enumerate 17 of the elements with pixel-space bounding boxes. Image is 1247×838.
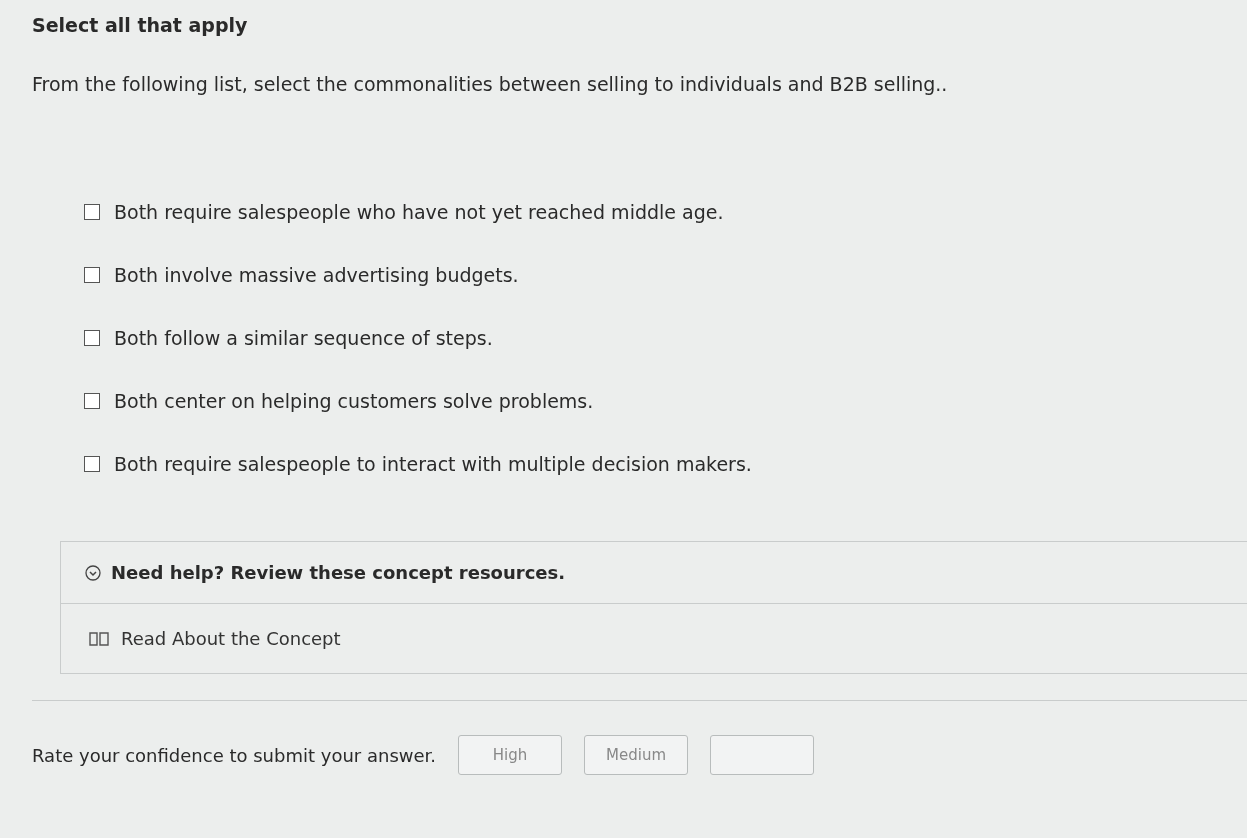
checkbox[interactable] xyxy=(84,204,100,220)
checkbox[interactable] xyxy=(84,267,100,283)
help-toggle[interactable]: Need help? Review these concept resources. xyxy=(111,562,566,583)
checkbox[interactable] xyxy=(84,330,100,346)
option-label[interactable]: Both require salespeople who have not yet reached middle age. xyxy=(114,201,724,223)
concept-link[interactable]: Read About the Concept xyxy=(121,628,341,649)
book-icon xyxy=(89,630,109,647)
option-label[interactable]: Both require salespeople to interact with multiple decision makers. xyxy=(114,453,752,475)
option-label[interactable]: Both follow a similar sequence of steps. xyxy=(114,327,493,349)
option-label[interactable]: Both center on helping customers solve problems. xyxy=(114,390,594,412)
question-type: Select all that apply xyxy=(32,14,248,36)
question-text: From the following list, select the commonalities between selling to individuals and B2B selling.. xyxy=(32,73,949,95)
confidence-prompt: Rate your confidence to submit your answer. xyxy=(32,745,437,766)
checkbox[interactable] xyxy=(84,456,100,472)
chevron-icon[interactable] xyxy=(85,564,101,581)
option-label[interactable]: Both involve massive advertising budgets. xyxy=(114,264,519,286)
checkbox[interactable] xyxy=(84,393,100,409)
